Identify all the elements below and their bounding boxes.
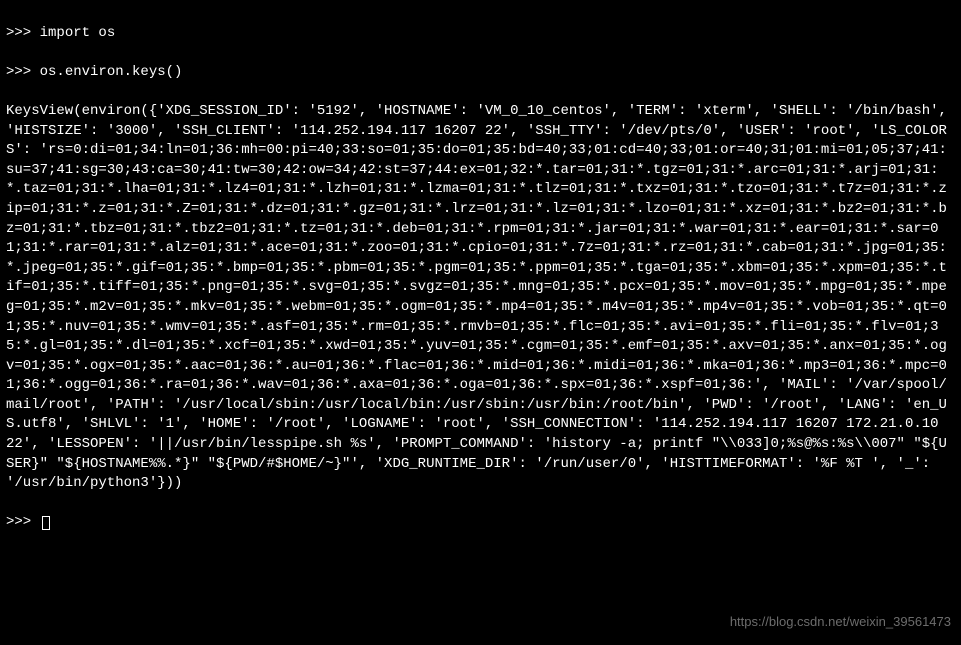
command-line-2: >>> os.environ.keys() <box>6 63 955 83</box>
python-prompt: >>> <box>6 514 40 530</box>
cursor-icon <box>42 516 50 530</box>
output-text: KeysView(environ({'XDG_SESSION_ID': '519… <box>6 102 955 494</box>
python-prompt: >>> <box>6 25 40 41</box>
command-line-1: >>> import os <box>6 24 955 44</box>
python-prompt: >>> <box>6 64 40 80</box>
watermark-text: https://blog.csdn.net/weixin_39561473 <box>730 613 951 631</box>
prompt-line[interactable]: >>> <box>6 513 955 533</box>
command-text: os.environ.keys() <box>40 64 183 80</box>
terminal-output[interactable]: >>> import os >>> os.environ.keys() Keys… <box>6 4 955 553</box>
command-text: import os <box>40 25 116 41</box>
